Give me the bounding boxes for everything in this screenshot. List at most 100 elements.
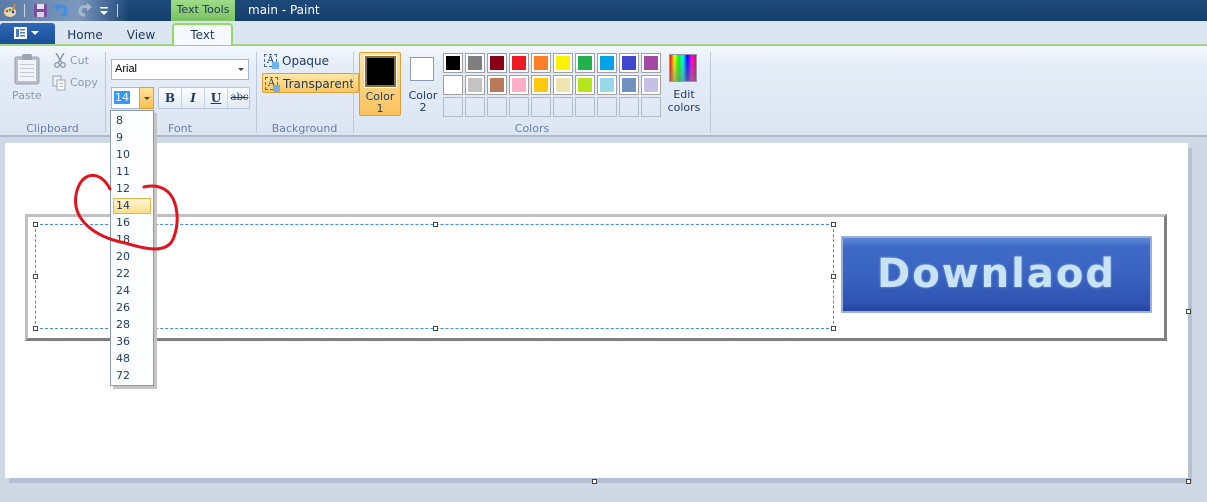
font-size-option-48[interactable]: 48: [113, 351, 151, 367]
palette-color-swatch[interactable]: [487, 53, 507, 73]
palette-color-swatch[interactable]: [531, 53, 551, 73]
swatch-fill: [556, 56, 570, 70]
resize-handle[interactable]: [433, 326, 438, 331]
resize-handle[interactable]: [33, 222, 38, 227]
font-size-select[interactable]: 14: [111, 87, 154, 109]
swatch-fill: [534, 56, 548, 70]
chevron-down-icon: [238, 68, 244, 71]
font-family-select[interactable]: Arial: [111, 59, 249, 80]
drawing-canvas[interactable]: Downlaod: [5, 143, 1188, 478]
resize-handle[interactable]: [33, 326, 38, 331]
cut-button[interactable]: Cut: [52, 52, 102, 70]
text-box-selection[interactable]: [35, 224, 834, 329]
paste-button[interactable]: Paste: [8, 51, 46, 105]
ribbon-tab-bar: Home View Text: [0, 21, 1207, 47]
palette-color-swatch[interactable]: [597, 53, 617, 73]
font-size-option-24[interactable]: 24: [113, 283, 151, 299]
custom-color-slot[interactable]: [641, 97, 661, 117]
custom-color-slot[interactable]: [575, 97, 595, 117]
canvas-resize-handle-bottom[interactable]: [592, 479, 597, 484]
font-size-option-72[interactable]: 72: [113, 368, 151, 384]
copy-button[interactable]: Copy: [52, 74, 102, 92]
bold-button[interactable]: B: [159, 88, 182, 108]
resize-handle[interactable]: [831, 274, 836, 279]
group-separator: [105, 52, 106, 132]
font-size-option-9[interactable]: 9: [113, 130, 151, 146]
paste-label: Paste: [12, 89, 42, 102]
swatch-fill: [578, 78, 592, 92]
font-size-option-28[interactable]: 28: [113, 317, 151, 333]
custom-color-slot[interactable]: [597, 97, 617, 117]
transparent-button[interactable]: A Transparent: [262, 73, 360, 93]
underline-button[interactable]: U: [205, 88, 228, 108]
font-size-dropdown-list: 8 9 10 11 12 14 16 18 20 22 24 26 28 36 48 72: [110, 110, 154, 386]
paint-menu-button[interactable]: [0, 23, 55, 44]
color-1-swatch: [364, 55, 397, 88]
font-size-option-11[interactable]: 11: [113, 164, 151, 180]
palette-color-swatch[interactable]: [575, 75, 595, 95]
palette-color-swatch[interactable]: [465, 75, 485, 95]
qat-separator: [24, 4, 25, 17]
swatch-fill: [578, 56, 592, 70]
palette-color-swatch[interactable]: [531, 75, 551, 95]
custom-color-slot[interactable]: [619, 97, 639, 117]
font-size-option-8[interactable]: 8: [113, 113, 151, 129]
custom-color-slot[interactable]: [487, 97, 507, 117]
font-size-option-20[interactable]: 20: [113, 249, 151, 265]
canvas-resize-handle-corner[interactable]: [1186, 479, 1191, 484]
custom-color-slot[interactable]: [553, 97, 573, 117]
custom-color-slot[interactable]: [443, 97, 463, 117]
edit-colors-button[interactable]: Edit colors: [666, 52, 702, 116]
font-size-option-16[interactable]: 16: [113, 215, 151, 231]
palette-color-swatch[interactable]: [597, 75, 617, 95]
palette-color-swatch[interactable]: [443, 75, 463, 95]
strikethrough-button[interactable]: abc: [228, 88, 251, 108]
palette-color-swatch[interactable]: [641, 53, 661, 73]
palette-color-swatch[interactable]: [619, 53, 639, 73]
resize-handle[interactable]: [831, 326, 836, 331]
undo-icon[interactable]: [54, 3, 69, 18]
color-2-button[interactable]: Color 2: [404, 52, 442, 116]
palette-color-swatch[interactable]: [553, 75, 573, 95]
tab-view[interactable]: View: [118, 25, 164, 45]
font-size-option-10[interactable]: 10: [113, 147, 151, 163]
palette-color-swatch[interactable]: [553, 53, 573, 73]
font-size-option-14[interactable]: 14: [113, 198, 151, 214]
save-icon[interactable]: [33, 3, 48, 18]
custom-color-slot[interactable]: [465, 97, 485, 117]
text-tools-context-label: Text Tools: [171, 0, 235, 22]
palette-color-swatch[interactable]: [641, 75, 661, 95]
custom-color-slot[interactable]: [531, 97, 551, 117]
palette-color-swatch[interactable]: [619, 75, 639, 95]
palette-color-swatch[interactable]: [575, 53, 595, 73]
font-size-option-22[interactable]: 22: [113, 266, 151, 282]
tab-home[interactable]: Home: [62, 25, 108, 45]
tab-text[interactable]: Text: [172, 23, 233, 47]
italic-button[interactable]: I: [182, 88, 205, 108]
palette-color-swatch[interactable]: [509, 75, 529, 95]
font-size-option-36[interactable]: 36: [113, 334, 151, 350]
palette-color-swatch[interactable]: [465, 53, 485, 73]
font-size-option-26[interactable]: 26: [113, 300, 151, 316]
resize-handle[interactable]: [831, 222, 836, 227]
palette-color-swatch[interactable]: [443, 53, 463, 73]
redo-icon[interactable]: [77, 3, 92, 18]
resize-handle[interactable]: [433, 222, 438, 227]
color-1-button[interactable]: Color 1: [359, 52, 401, 116]
opaque-icon: A: [264, 54, 279, 69]
swatch-fill: [446, 56, 460, 70]
custom-color-slot[interactable]: [509, 97, 529, 117]
font-size-option-18[interactable]: 18: [113, 232, 151, 248]
palette-color-swatch[interactable]: [487, 75, 507, 95]
canvas-workarea: Downlaod: [0, 139, 1207, 502]
resize-handle[interactable]: [33, 274, 38, 279]
swatch-fill: [644, 78, 658, 92]
customize-qat-icon[interactable]: [97, 3, 112, 18]
download-button-image-text: Downlaod: [877, 251, 1116, 297]
opaque-button[interactable]: A Opaque: [262, 51, 333, 71]
font-size-dropdown-button[interactable]: [139, 87, 154, 109]
font-size-option-12[interactable]: 12: [113, 181, 151, 197]
canvas-resize-handle-right[interactable]: [1186, 309, 1191, 314]
palette-color-swatch[interactable]: [509, 53, 529, 73]
paint-app-icon[interactable]: [3, 3, 18, 18]
